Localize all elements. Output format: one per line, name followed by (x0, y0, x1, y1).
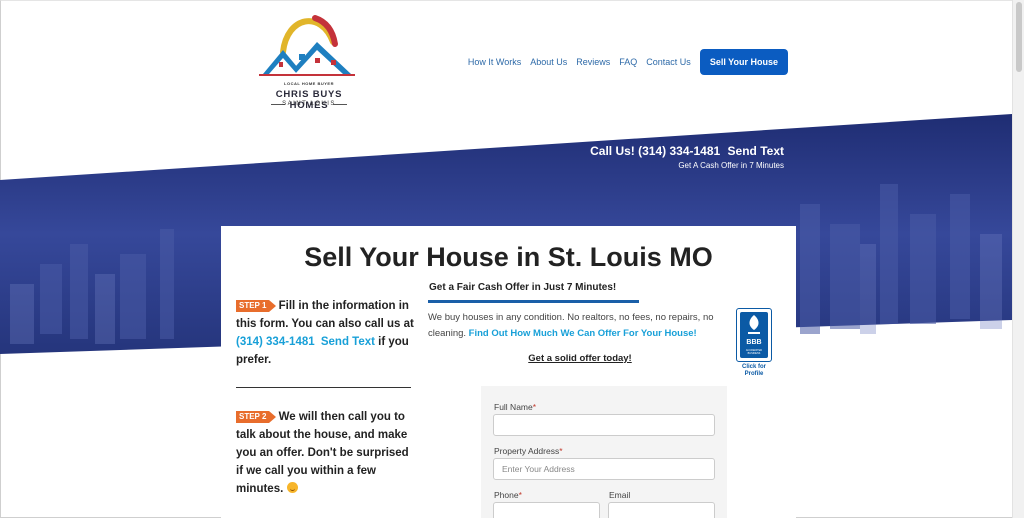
property-address-input[interactable] (493, 458, 715, 480)
step-2-tag: STEP 2 (236, 411, 277, 423)
content-card: Sell Your House in St. Louis MO STEP 1 F… (221, 226, 796, 518)
phone-input[interactable] (493, 502, 600, 518)
step-1: STEP 1 Fill in the information in this f… (236, 297, 414, 369)
logo-rule-right (333, 104, 347, 105)
step-1-send-text-link[interactable]: Send Text (321, 336, 375, 348)
full-name-required-mark: * (532, 402, 537, 412)
offer-form: Full Name* Property Address* Phone* Emai… (481, 386, 727, 518)
scrollbar-thumb[interactable] (1016, 2, 1022, 72)
bbb-logo-icon: BBB ACCREDITED BUSINESS (736, 308, 772, 362)
property-address-label: Property Address* (494, 446, 563, 456)
logo-house-arch-icon (259, 15, 355, 76)
email-label: Email (609, 490, 631, 500)
phone-label-text: Phone (494, 490, 519, 500)
hero-call-block: Call Us! (314) 334-1481 Send Text Get A … (590, 144, 784, 170)
nav-faq[interactable]: FAQ (619, 57, 637, 67)
nav-reviews[interactable]: Reviews (576, 57, 610, 67)
main-nav: How It Works About Us Reviews FAQ Contac… (468, 49, 788, 75)
bbb-click-text: Click for Profile (741, 364, 766, 377)
offer-cta-link[interactable]: Get a solid offer today! (428, 353, 732, 364)
step-2-text: We will then call you to talk about the … (236, 411, 409, 495)
smiley-emoji-icon (286, 482, 298, 493)
site-logo[interactable]: LOCAL HOME BUYER CHRIS BUYS HOMES SAINT … (255, 12, 363, 112)
offer-body: We buy houses in any condition. No realt… (428, 310, 728, 342)
full-name-label: Full Name* (494, 402, 536, 412)
bbb-torch-icon (748, 315, 760, 334)
step-1-tag: STEP 1 (236, 300, 277, 312)
hero-subline: Get A Cash Offer in 7 Minutes (678, 161, 784, 170)
nav-about-us[interactable]: About Us (530, 57, 567, 67)
logo-tagline: LOCAL HOME BUYER (284, 81, 334, 86)
bbb-logo-text: BBB (746, 339, 762, 346)
phone-required-mark: * (518, 490, 522, 500)
offer-heading: Get a Fair Cash Offer in Just 7 Minutes! (429, 282, 617, 293)
phone-label: Phone* (494, 490, 522, 500)
sell-your-house-button[interactable]: Sell Your House (699, 49, 788, 75)
offer-link[interactable]: Find Out How Much We Can Offer For Your … (469, 328, 697, 339)
full-name-input[interactable] (493, 414, 715, 436)
page-title: Sell Your House in St. Louis MO (304, 242, 713, 272)
property-address-required-mark: * (559, 446, 563, 456)
full-name-label-text: Full Name (494, 402, 533, 412)
bbb-accredited-text: ACCREDITED BUSINESS (745, 349, 763, 355)
send-text-link[interactable]: Send Text (728, 144, 784, 158)
property-address-label-text: Property Address (494, 446, 560, 456)
step-2: STEP 2 We will then call you to talk abo… (236, 408, 414, 498)
nav-contact-us[interactable]: Contact Us (646, 57, 691, 67)
nav-how-it-works[interactable]: How It Works (468, 57, 521, 67)
bbb-badge[interactable]: BBB ACCREDITED BUSINESS Click for Profil… (736, 308, 772, 378)
email-input[interactable] (608, 502, 715, 518)
logo-name: CHRIS BUYS HOMES (275, 89, 343, 111)
offer-heading-underline (428, 300, 639, 303)
page-scrollbar[interactable] (1012, 0, 1024, 518)
call-phone-link[interactable]: Call Us! (314) 334-1481 (590, 144, 720, 158)
step-1-phone-link[interactable]: (314) 334-1481 (236, 336, 315, 348)
steps-divider (236, 387, 411, 388)
